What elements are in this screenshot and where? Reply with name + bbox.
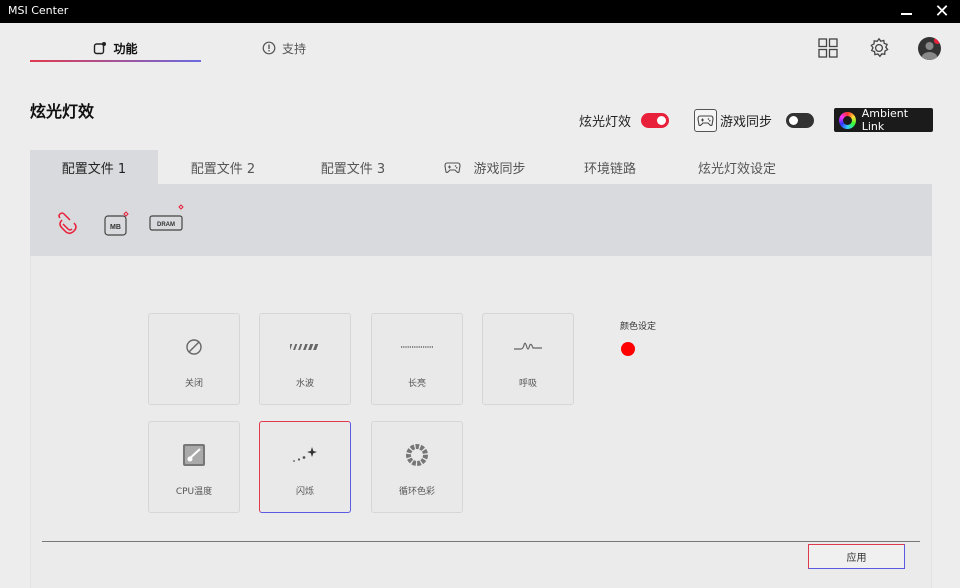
memory-device[interactable]: DRAM [148, 202, 188, 238]
profile-tabs: 配置文件 1 配置文件 2 配置文件 3 游戏同步 环境链路 炫光灯效设定 [30, 150, 932, 184]
game-sync-toggle[interactable] [786, 112, 815, 128]
tab-label: 配置文件 2 [190, 161, 256, 177]
tab-lighting-settings[interactable]: 炫光灯效设定 [682, 150, 792, 184]
tab-label: 配置文件 3 [320, 161, 386, 177]
device-strip: MB DRAM [30, 184, 932, 256]
minimize-icon[interactable] [896, 0, 918, 23]
gear-icon[interactable] [868, 37, 890, 59]
close-icon[interactable]: ✕ [930, 2, 954, 22]
apply-label: 应用 [846, 553, 867, 564]
title-bar: MSI Center ✕ [0, 0, 960, 23]
color-setting-label: 颜色设定 [620, 322, 657, 332]
flashing-icon [260, 440, 350, 470]
toggle-knob [657, 115, 667, 125]
toggle-knob [789, 115, 799, 125]
lighting-toggle-group: 炫光灯效 [579, 108, 670, 132]
wave-icon [260, 332, 350, 362]
link-device-icon[interactable] [54, 210, 82, 238]
effect-label: 闪烁 [295, 487, 314, 497]
effect-label: 水波 [295, 379, 314, 389]
tab-ambient-link[interactable]: 环境链路 [560, 150, 660, 184]
device-label: MB [110, 224, 121, 231]
game-sync-toggle-label: 游戏同步 [720, 114, 773, 130]
features-icon [93, 41, 107, 55]
effect-color-cycle[interactable]: 循环色彩 [371, 421, 463, 513]
tab-game-sync[interactable]: 游戏同步 [430, 150, 540, 184]
lighting-toggle-label: 炫光灯效 [579, 114, 632, 130]
effect-flashing[interactable]: 闪烁 [259, 421, 351, 513]
effect-breathing[interactable]: 呼吸 [482, 313, 574, 405]
effect-label: 呼吸 [518, 379, 537, 389]
steady-icon [372, 332, 462, 362]
effect-steady[interactable]: 长亮 [371, 313, 463, 405]
effect-cpu-temperature[interactable]: CPU温度 [148, 421, 240, 513]
tab-label: 环境链路 [583, 161, 636, 177]
apply-button[interactable]: 应用 [808, 544, 905, 569]
effect-label: 长亮 [407, 379, 426, 389]
tab-label: 炫光灯效设定 [697, 161, 776, 177]
effect-label: 循环色彩 [398, 487, 435, 497]
tab-profile-2[interactable]: 配置文件 2 [158, 150, 288, 184]
tab-label: 配置文件 1 [61, 161, 127, 177]
ambient-link-label: Ambient Link [861, 107, 909, 133]
notification-dot [934, 37, 941, 44]
gamepad-icon [444, 161, 462, 174]
tab-features-label: 功能 [113, 41, 138, 56]
page-title: 炫光灯效 [30, 102, 95, 121]
grid-icon[interactable] [817, 37, 839, 59]
window-title: MSI Center [8, 4, 69, 17]
effect-off[interactable]: 关闭 [148, 313, 240, 405]
cpu-temperature-icon [149, 440, 239, 470]
effect-wave[interactable]: 水波 [259, 313, 351, 405]
tab-support[interactable]: 支持 [262, 34, 322, 62]
avatar[interactable] [918, 37, 941, 60]
motherboard-device[interactable]: MB [102, 210, 130, 238]
off-icon [149, 332, 239, 362]
effect-label: CPU温度 [175, 487, 213, 497]
tab-support-label: 支持 [282, 41, 307, 56]
gamepad-icon [694, 108, 717, 132]
ambient-link-icon [839, 111, 856, 129]
game-sync-toggle-group: 游戏同步 [694, 108, 815, 132]
tab-profile-3[interactable]: 配置文件 3 [288, 150, 418, 184]
breathing-icon [483, 332, 573, 362]
divider [42, 541, 920, 542]
color-swatch[interactable] [621, 342, 635, 356]
tab-profile-1[interactable]: 配置文件 1 [30, 150, 158, 184]
tab-features[interactable]: 功能 [30, 34, 201, 62]
support-icon [262, 41, 276, 55]
color-cycle-icon [372, 440, 462, 470]
lighting-toggle[interactable] [641, 112, 670, 128]
tab-label: 游戏同步 [473, 161, 526, 177]
effect-label: 关闭 [184, 379, 203, 389]
ambient-link-button[interactable]: Ambient Link [834, 107, 933, 133]
device-label: DRAM [157, 222, 175, 228]
